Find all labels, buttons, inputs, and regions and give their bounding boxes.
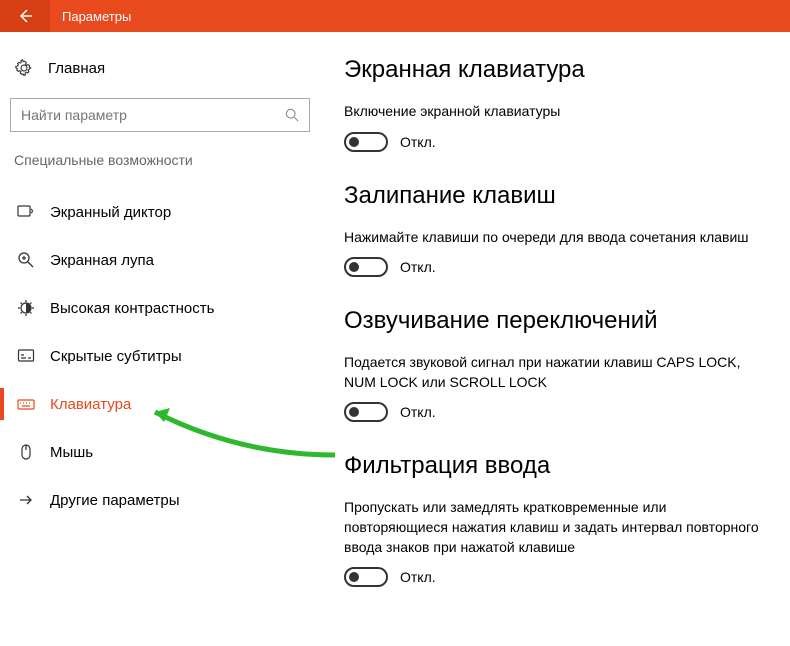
mouse-icon (16, 442, 36, 462)
section-title: Экранная клавиатура (344, 56, 772, 84)
sidebar-section-label: Специальные возможности (14, 152, 306, 168)
toggle-state: Откл. (400, 134, 436, 150)
section-title: Озвучивание переключений (344, 307, 772, 335)
back-button[interactable] (0, 0, 50, 32)
sidebar-item-label: Мышь (50, 444, 93, 461)
sidebar-item-label: Экранная лупа (50, 252, 154, 269)
magnifier-icon (16, 250, 36, 270)
section-desc: Подается звуковой сигнал при нажатии кла… (344, 353, 772, 392)
section-sticky-keys: Залипание клавиш Нажимайте клавиши по оч… (344, 182, 772, 278)
keyboard-icon (16, 394, 36, 414)
sidebar-item-narrator[interactable]: Экранный диктор (10, 188, 310, 236)
sidebar-item-keyboard[interactable]: Клавиатура (10, 380, 310, 428)
toggle-sticky-keys[interactable] (344, 257, 388, 277)
toggle-state: Откл. (400, 259, 436, 275)
sidebar-item-label: Клавиатура (50, 396, 131, 413)
search-box[interactable] (10, 98, 310, 132)
section-toggle-keys: Озвучивание переключений Подается звуков… (344, 307, 772, 422)
sidebar-home[interactable]: Главная (10, 50, 310, 86)
sidebar-item-label: Высокая контрастность (50, 300, 214, 317)
toggle-state: Откл. (400, 569, 436, 585)
sidebar-item-magnifier[interactable]: Экранная лупа (10, 236, 310, 284)
gear-icon (14, 58, 34, 78)
toggle-filter-keys[interactable] (344, 567, 388, 587)
narrator-icon (16, 202, 36, 222)
section-title: Залипание клавиш (344, 182, 772, 210)
sidebar-item-highcontrast[interactable]: Высокая контрастность (10, 284, 310, 332)
section-filter-keys: Фильтрация ввода Пропускать или замедлят… (344, 452, 772, 587)
toggle-toggle-keys[interactable] (344, 402, 388, 422)
section-title: Фильтрация ввода (344, 452, 772, 480)
search-icon (285, 108, 299, 122)
search-input[interactable] (21, 107, 285, 123)
window-title: Параметры (62, 9, 131, 24)
captions-icon (16, 346, 36, 366)
sidebar-item-captions[interactable]: Скрытые субтитры (10, 332, 310, 380)
section-desc: Нажимайте клавиши по очереди для ввода с… (344, 228, 772, 248)
sidebar: Главная Специальные возможности Экранный… (0, 32, 320, 646)
window-header: Параметры (0, 0, 790, 32)
sidebar-item-mouse[interactable]: Мышь (10, 428, 310, 476)
sidebar-item-label: Экранный диктор (50, 204, 171, 221)
sidebar-home-label: Главная (48, 60, 105, 77)
section-desc: Включение экранной клавиатуры (344, 102, 772, 122)
main-panel: Экранная клавиатура Включение экранной к… (320, 32, 790, 646)
toggle-state: Откл. (400, 404, 436, 420)
section-desc: Пропускать или замедлять кратковременные… (344, 498, 772, 557)
sidebar-item-label: Другие параметры (50, 492, 180, 509)
sidebar-item-other[interactable]: Другие параметры (10, 476, 310, 524)
section-onscreen-keyboard: Экранная клавиатура Включение экранной к… (344, 56, 772, 152)
back-arrow-icon (16, 7, 34, 25)
contrast-icon (16, 298, 36, 318)
toggle-onscreen-keyboard[interactable] (344, 132, 388, 152)
arrow-right-icon (16, 490, 36, 510)
sidebar-item-label: Скрытые субтитры (50, 348, 182, 365)
